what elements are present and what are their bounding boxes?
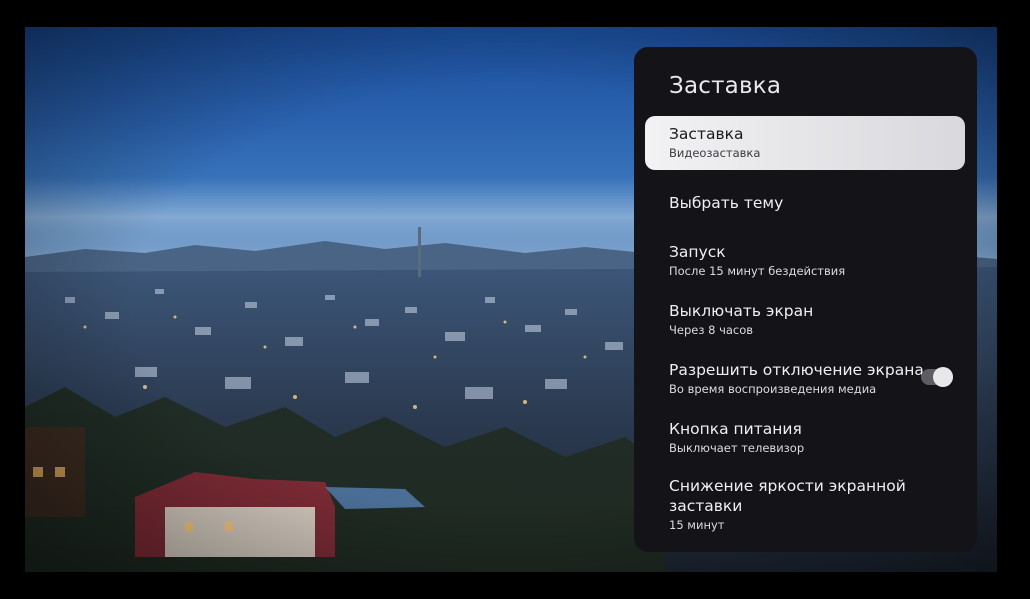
- menu-item-value: Через 8 часов: [669, 323, 754, 337]
- menu-item-screensaver-dimming[interactable]: Снижение яркости экранной заставки 15 ми…: [645, 473, 965, 539]
- menu-item-value: Выключает телевизор: [669, 441, 805, 455]
- panel-title: Заставка: [669, 73, 782, 99]
- allow-screen-off-toggle[interactable]: [921, 367, 953, 387]
- toggle-knob: [933, 367, 953, 387]
- menu-item-choose-theme[interactable]: Выбрать тему: [645, 189, 965, 219]
- screensaver-settings-panel: Заставка Заставка Видеозаставка Выбрать …: [634, 47, 977, 552]
- menu-item-turn-off-screen[interactable]: Выключать экран Через 8 часов: [645, 298, 965, 342]
- menu-item-label: Запуск: [669, 243, 726, 261]
- menu-item-power-button[interactable]: Кнопка питания Выключает телевизор: [645, 416, 965, 460]
- menu-item-value: Во время воспроизведения медиа: [669, 382, 877, 396]
- menu-item-label: Снижение яркости экранной заставки: [669, 477, 906, 515]
- menu-item-label: Заставка: [669, 125, 744, 143]
- menu-item-screensaver[interactable]: Заставка Видеозаставка: [645, 116, 965, 170]
- menu-item-label: Выбрать тему: [669, 194, 784, 212]
- menu-item-value: Видеозаставка: [669, 146, 761, 160]
- menu-item-label: Выключать экран: [669, 302, 814, 320]
- menu-item-value: 15 минут: [669, 518, 725, 532]
- menu-item-value: После 15 минут бездействия: [669, 264, 846, 278]
- menu-item-start[interactable]: Запуск После 15 минут бездействия: [645, 239, 965, 283]
- menu-item-allow-screen-off[interactable]: Разрешить отключение экрана Во время вос…: [645, 357, 965, 401]
- menu-item-label: Кнопка питания: [669, 420, 802, 438]
